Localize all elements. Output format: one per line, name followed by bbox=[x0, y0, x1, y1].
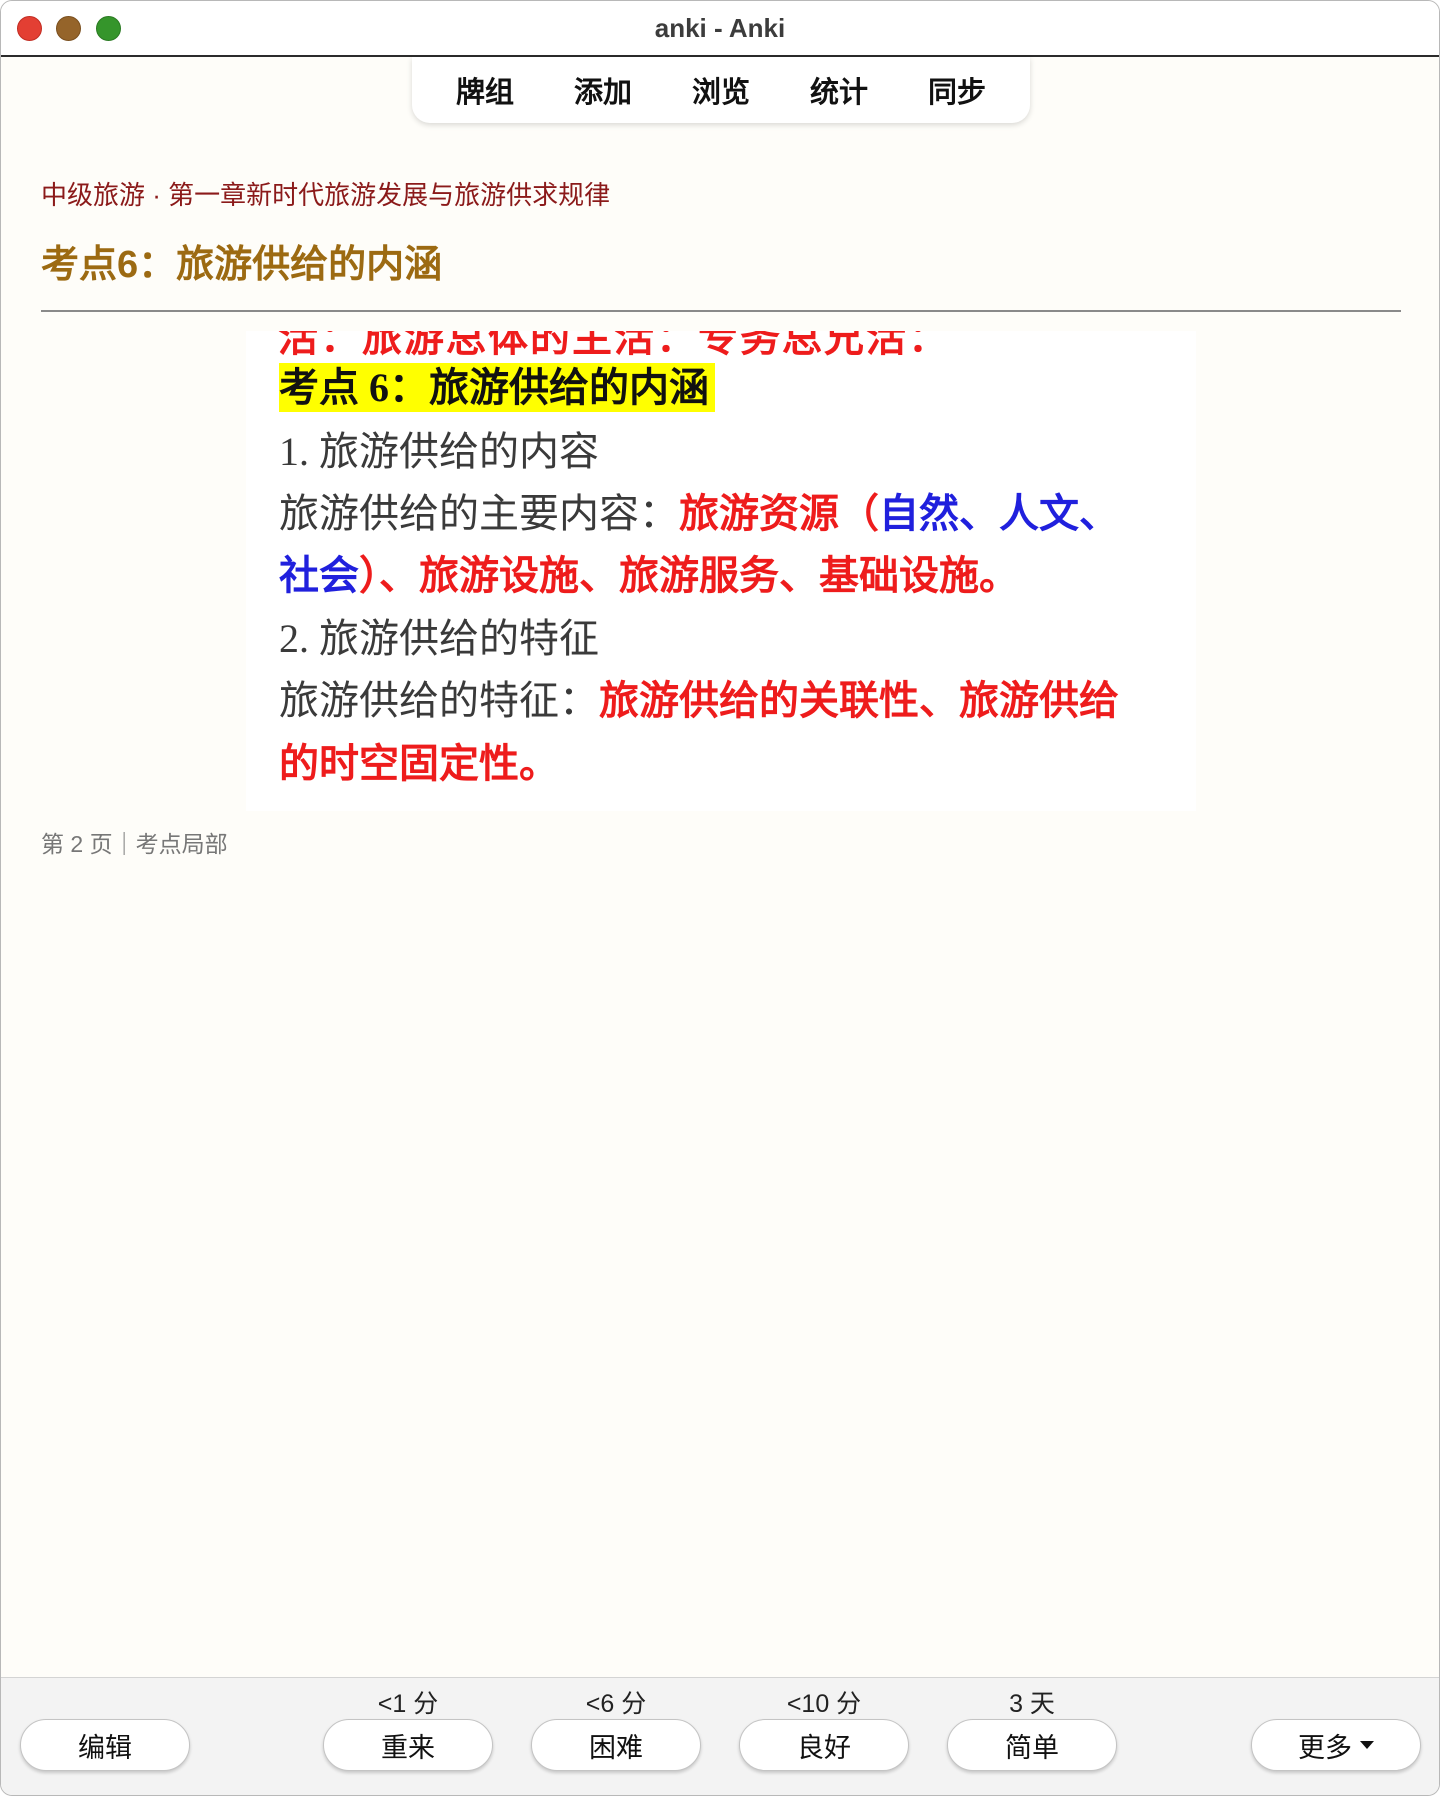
again-button[interactable]: 重来 bbox=[323, 1719, 493, 1771]
interval-good: <10 分 bbox=[786, 1690, 862, 1718]
excerpt-line-5-prefix: 旅游供给的特征： bbox=[279, 678, 599, 723]
anki-window: anki - Anki 牌组 添加 浏览 统计 同步 中级旅游 · 第一章新时代… bbox=[0, 0, 1440, 1796]
excerpt-line-6: 的时空固定性。 bbox=[279, 731, 559, 789]
top-toolbar: 牌组 添加 浏览 统计 同步 bbox=[412, 57, 1030, 123]
more-button-label: 更多 bbox=[1298, 1732, 1352, 1763]
excerpt-line-5-red: 旅游供给的关联性、旅游供给 bbox=[599, 678, 1119, 723]
edit-button[interactable]: 编辑 bbox=[20, 1719, 190, 1771]
card-divider bbox=[41, 310, 1401, 312]
nav-sync[interactable]: 同步 bbox=[898, 69, 1016, 111]
textbook-excerpt-image: 活：旅游总体的主活：专务总兄活： 考点 6：旅游供给的内涵 1. 旅游供给的内容… bbox=[246, 331, 1196, 811]
interval-easy: 3 天 bbox=[1009, 1690, 1055, 1718]
title-bar: anki - Anki bbox=[1, 1, 1439, 57]
excerpt-line-2-prefix: 旅游供给的主要内容： bbox=[279, 491, 679, 536]
excerpt-line-5: 旅游供给的特征：旅游供给的关联性、旅游供给 bbox=[279, 668, 1119, 726]
nav-stats[interactable]: 统计 bbox=[780, 69, 898, 111]
deck-path: 中级旅游 · 第一章新时代旅游发展与旅游供求规律 bbox=[41, 180, 611, 210]
nav-browse[interactable]: 浏览 bbox=[662, 69, 780, 111]
excerpt-line-1: 1. 旅游供给的内容 bbox=[279, 429, 599, 474]
hard-button[interactable]: 困难 bbox=[531, 1719, 701, 1771]
excerpt-line-2: 旅游供给的主要内容：旅游资源（自然、人文、 bbox=[279, 481, 1119, 539]
interval-hard: <6 分 bbox=[585, 1690, 647, 1718]
caret-down-icon bbox=[1360, 1741, 1374, 1749]
window-title: anki - Anki bbox=[654, 13, 786, 43]
nav-decks[interactable]: 牌组 bbox=[426, 69, 544, 111]
excerpt-line-3: 社会）、旅游设施、旅游服务、基础设施。 bbox=[279, 543, 1019, 601]
excerpt-line-3-red: ）、旅游设施、旅游服务、基础设施。 bbox=[359, 553, 1019, 598]
excerpt-line-2-red: 旅游资源（ bbox=[679, 491, 879, 536]
nav-add[interactable]: 添加 bbox=[544, 69, 662, 111]
good-button[interactable]: 良好 bbox=[739, 1719, 909, 1771]
highlighted-title: 考点 6：旅游供给的内涵 bbox=[279, 363, 715, 412]
card-heading: 考点6：旅游供给的内涵 bbox=[41, 244, 443, 286]
page-note: 第 2 页｜考点局部 bbox=[41, 831, 228, 857]
answer-bar bbox=[1, 1677, 1439, 1795]
excerpt-line-2-blue: 自然、人文、 bbox=[879, 491, 1119, 536]
excerpt-line-6-red: 的时空固定性。 bbox=[279, 741, 559, 786]
interval-again: <1 分 bbox=[377, 1690, 439, 1718]
excerpt-line-3-blue: 社会 bbox=[279, 553, 359, 598]
more-button[interactable]: 更多 bbox=[1251, 1719, 1421, 1771]
excerpt-line-4: 2. 旅游供给的特征 bbox=[279, 616, 599, 661]
easy-button[interactable]: 简单 bbox=[947, 1719, 1117, 1771]
excerpt-title-line: 考点 6：旅游供给的内涵 bbox=[279, 355, 715, 413]
